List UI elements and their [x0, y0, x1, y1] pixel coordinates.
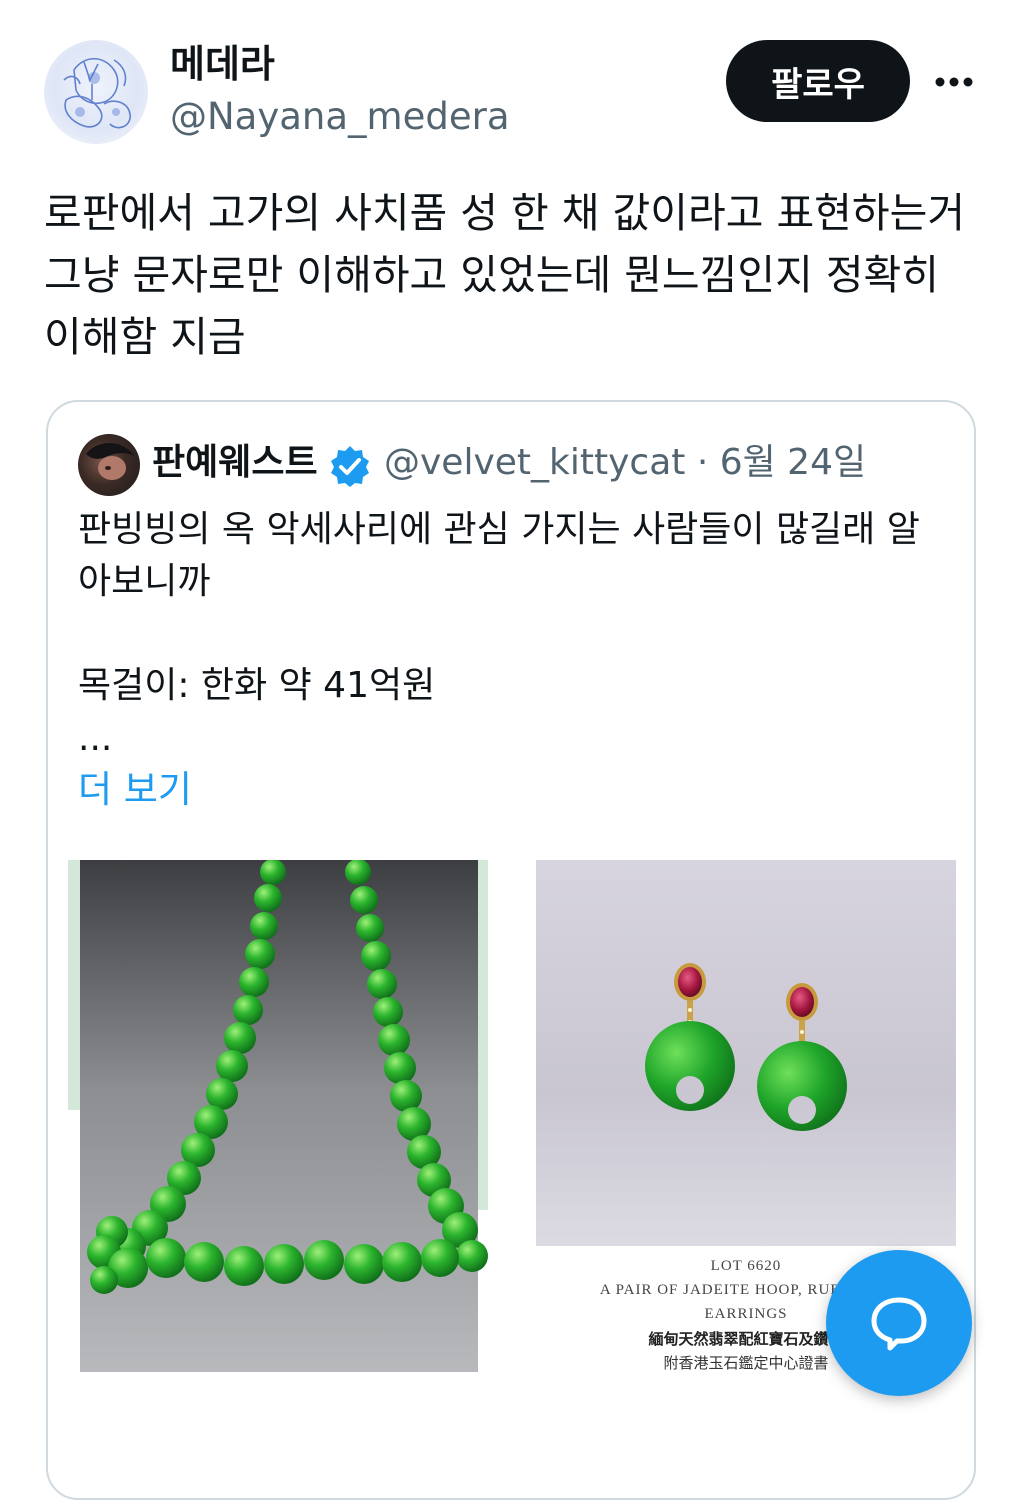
verified-badge-icon — [328, 444, 372, 488]
jade-necklace-image[interactable] — [68, 860, 488, 1380]
author-handle[interactable]: @Nayana_medera — [170, 94, 510, 140]
follow-button[interactable]: 팔로우 — [726, 40, 910, 122]
more-options-icon[interactable] — [930, 62, 978, 102]
quoted-tweet-text: 판빙빙의 옥 악세사리에 관심 가지는 사람들이 많길래 알 아보니까 목걸이:… — [78, 509, 920, 706]
show-more-link[interactable]: 더 보기 — [78, 766, 192, 814]
chat-bubble-icon — [871, 1297, 927, 1351]
quoted-author-handle-date[interactable]: @velvet_kittycat · 6월 24일 — [384, 440, 866, 486]
quoted-author-name[interactable]: 판예웨스트 — [152, 440, 318, 486]
tweet-text: 로판에서 고가의 사치품 성 한 채 값이라고 표현하는거 그냥 문자로만 이해… — [44, 189, 966, 361]
quoted-author-avatar[interactable] — [78, 434, 140, 496]
author-avatar[interactable] — [44, 40, 148, 144]
quoted-tweet-ellipsis: ... — [78, 718, 113, 759]
reply-fab-button[interactable] — [826, 1250, 972, 1396]
author-display-name[interactable]: 메데라 — [170, 40, 275, 88]
